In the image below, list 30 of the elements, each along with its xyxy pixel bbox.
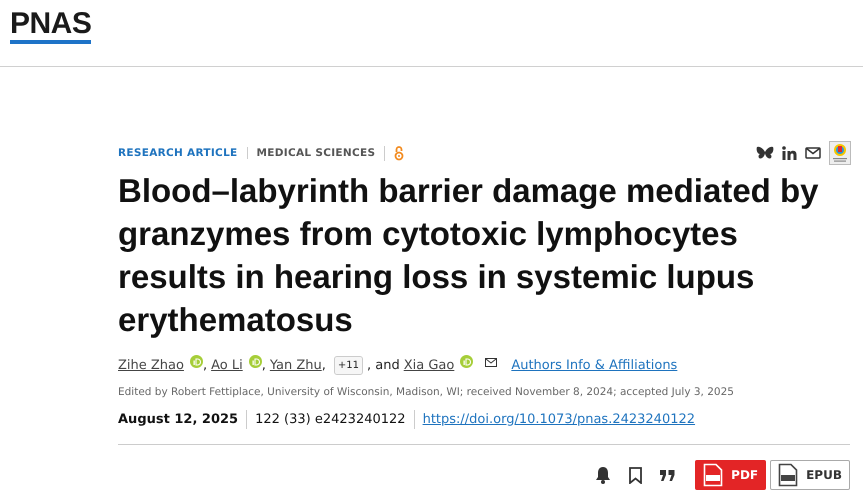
article-type[interactable]: RESEARCH ARTICLE [118, 147, 238, 159]
pnas-logo[interactable]: PNAS [10, 10, 92, 44]
mail-icon[interactable] [485, 358, 498, 366]
mail-icon[interactable] [805, 147, 821, 159]
file-icon [778, 463, 798, 487]
updates-badge-icon[interactable] [829, 141, 851, 165]
author-separator: , [202, 358, 208, 372]
author-link[interactable]: Zihe Zhao [118, 358, 184, 372]
quote-icon[interactable] [660, 470, 676, 480]
file-icon [703, 463, 724, 487]
butterfly-icon[interactable] [756, 146, 774, 160]
more-authors-button[interactable]: +11 [334, 356, 363, 374]
author-separator: , [262, 358, 266, 372]
article-title: Blood–labyrinth barrier damage mediated by granzymes from cytotoxic lymphocytes results in hearing loss in systemic lupus erythematosus [118, 171, 820, 340]
editor-note: Edited by Robert Fettiplace, University of Wisconsin, Madison, WI; received November 8, 2024; accepted July 3, 2025 [118, 386, 735, 398]
author-separator: , [322, 358, 326, 372]
bookmark-icon[interactable] [629, 466, 642, 484]
affiliations-link[interactable]: Authors Info & Affiliations [511, 358, 678, 372]
author-conjunction: , and [366, 358, 400, 372]
author-link[interactable]: Ao Li [211, 358, 243, 372]
doi-link[interactable]: https://doi.org/10.1073/pnas.2423240122 [414, 410, 704, 428]
citation-text: 122 (33) e2423240122 [246, 410, 414, 428]
author-link[interactable]: Yan Zhu [270, 358, 322, 372]
epub-download-button[interactable]: EPUB [770, 460, 850, 490]
pdf-download-button[interactable]: PDF [695, 460, 766, 490]
author-link[interactable]: Xia Gao [404, 358, 454, 372]
bell-icon[interactable] [595, 466, 612, 484]
section-label[interactable]: MEDICAL SCIENCES [246, 147, 376, 159]
linkedin-icon[interactable] [782, 146, 797, 160]
publication-date: August 12, 2025 [118, 412, 240, 426]
